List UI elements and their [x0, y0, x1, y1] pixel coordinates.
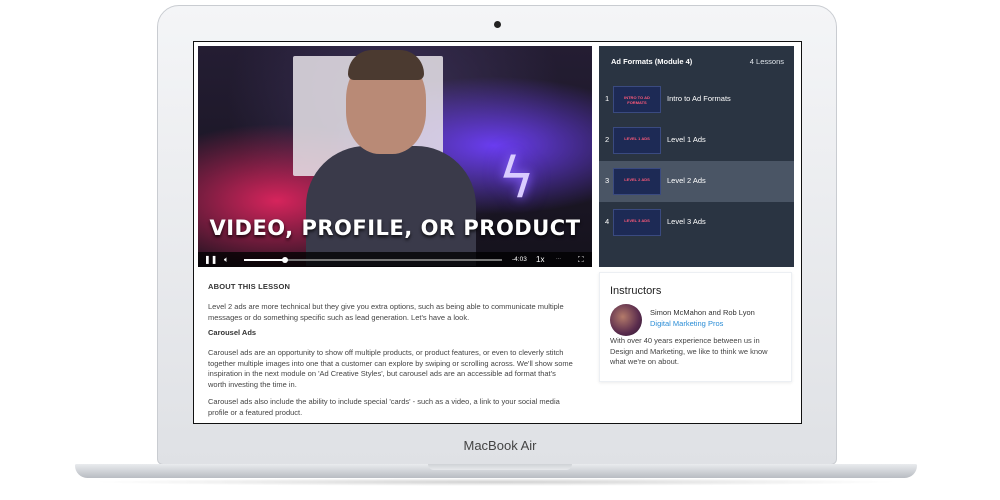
video-caption: VIDEO, PROFILE, OR PRODUCT — [209, 216, 581, 240]
pause-icon[interactable]: ❚❚ — [204, 254, 217, 265]
lesson-description: ABOUT THIS LESSON Level 2 ads are more t… — [198, 270, 592, 423]
laptop-screen: ϟ VIDEO, PROFILE, OR PRODUCT ❚❚ 🔈︎ -4:03… — [193, 41, 802, 424]
lesson-thumbnail: LEVEL 2 ADS — [613, 168, 661, 195]
captions-button[interactable]: ⋯ — [556, 254, 561, 265]
lesson-item[interactable]: 1 INTRO TO AD FORMATS Intro to Ad Format… — [599, 79, 794, 120]
lesson-number: 3 — [605, 176, 610, 185]
progress-knob[interactable] — [282, 257, 289, 263]
carousel-subheading: Carousel Ads — [208, 328, 257, 337]
lesson-thumbnail: LEVEL 3 ADS — [613, 209, 661, 236]
lesson-item[interactable]: 2 LEVEL 1 ADS Level 1 Ads — [599, 120, 794, 161]
lesson-item-active[interactable]: 3 LEVEL 2 ADS Level 2 Ads — [599, 161, 794, 202]
speed-button[interactable]: 1x — [536, 254, 544, 265]
lesson-title: Level 3 Ads — [667, 217, 706, 226]
lesson-count: 4 Lessons — [749, 57, 784, 66]
instructor-names: Simon McMahon and Rob Lyon — [650, 308, 755, 317]
neon-bolt-icon: ϟ — [498, 146, 535, 211]
lesson-thumbnail: LEVEL 1 ADS — [613, 127, 661, 154]
company-link[interactable]: Digital Marketing Pros — [650, 319, 723, 328]
device-label: MacBook Air — [463, 438, 537, 453]
lesson-number: 2 — [605, 135, 610, 144]
lesson-number: 4 — [605, 217, 610, 226]
intro-paragraph: Level 2 ads are more technical but they … — [208, 302, 564, 322]
instructors-title: Instructors — [610, 285, 662, 297]
playlist-header: Ad Formats (Module 4) 4 Lessons — [599, 46, 794, 76]
fullscreen-icon[interactable]: ⛶ — [578, 254, 584, 265]
module-title: Ad Formats (Module 4) — [611, 57, 693, 66]
lesson-playlist: Ad Formats (Module 4) 4 Lessons 1 INTRO … — [599, 46, 794, 267]
progress-bar[interactable] — [244, 257, 502, 263]
about-heading: ABOUT THIS LESSON — [208, 282, 291, 291]
video-player[interactable]: ϟ VIDEO, PROFILE, OR PRODUCT ❚❚ 🔈︎ -4:03… — [198, 46, 592, 267]
lesson-title: Intro to Ad Formats — [667, 94, 731, 103]
lesson-item[interactable]: 4 LEVEL 3 ADS Level 3 Ads — [599, 202, 794, 243]
laptop-shadow — [90, 478, 902, 486]
instructor-bio: With over 40 years experience between us… — [610, 336, 768, 366]
laptop-notch — [428, 464, 572, 470]
carousel-paragraph: Carousel ads are an opportunity to show … — [208, 348, 573, 389]
lesson-title: Level 2 Ads — [667, 176, 706, 185]
progress-fill — [244, 259, 286, 261]
volume-icon[interactable]: 🔈︎ — [224, 254, 229, 265]
time-remaining: -4:03 — [512, 256, 527, 263]
instructors-card: Instructors Simon McMahon and Rob Lyon D… — [599, 272, 792, 382]
webcam-icon — [494, 21, 501, 28]
video-controls: ❚❚ 🔈︎ -4:03 1x ⋯ ⛶ — [198, 252, 592, 267]
lesson-thumbnail: INTRO TO AD FORMATS — [613, 86, 661, 113]
lesson-number: 1 — [605, 94, 610, 103]
avatar — [610, 304, 642, 336]
lesson-title: Level 1 Ads — [667, 135, 706, 144]
cards-paragraph: Carousel ads also include the ability to… — [208, 397, 560, 417]
